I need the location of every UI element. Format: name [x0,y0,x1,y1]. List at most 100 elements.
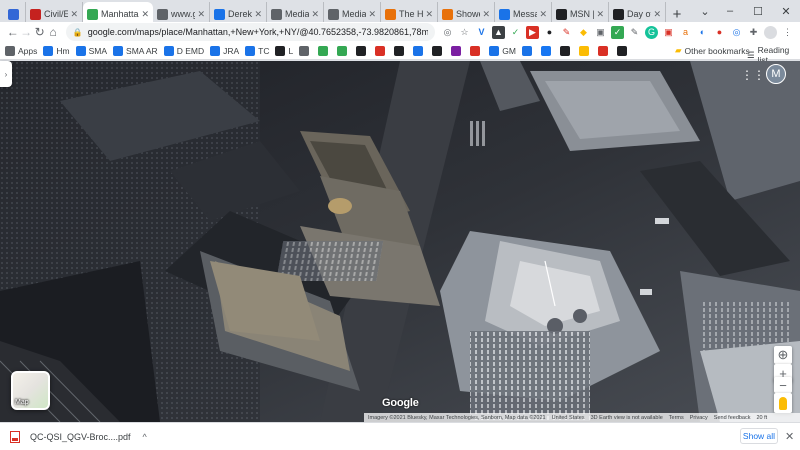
attribution-item: 3D Earth view is not available [590,414,663,421]
star-icon [385,8,396,20]
extension-edit-icon[interactable]: ✎ [628,26,641,39]
cloud-icon [214,8,225,20]
street-view-pegman-button[interactable] [774,393,792,413]
bookmark-item[interactable] [559,45,573,56]
extension-blue-icon[interactable]: ◐ [696,26,709,39]
extensions-puzzle-icon[interactable]: ✚ [747,26,760,39]
download-options-chevron-icon[interactable]: ^ [143,432,147,442]
extension-lock-icon[interactable]: ▣ [594,26,607,39]
extension-dark-icon[interactable]: ▲ [492,25,506,39]
close-tab-icon[interactable]: ✕ [539,9,547,20]
google-apps-icon[interactable]: ⋮⋮ [741,68,765,82]
satellite-map-canvas[interactable] [0,61,800,422]
close-window-button[interactable]: ✕ [772,5,800,18]
close-tab-icon[interactable]: ✕ [596,9,604,20]
close-tab-icon[interactable]: ✕ [311,9,319,20]
close-tab-icon[interactable]: ✕ [368,9,376,20]
back-button[interactable]: ← [6,25,19,39]
extension-red-icon[interactable]: ▣ [662,26,675,39]
extension-play-icon[interactable]: ▶ [526,25,540,39]
address-bar[interactable]: 🔒 google.com/maps/place/Manhattan,+New+Y… [65,23,436,41]
map-layer-toggle[interactable]: Map [11,371,50,410]
minimize-button[interactable]: – [716,5,744,17]
compass-button[interactable]: ⊕ [774,346,792,364]
bookmark-label: SMA AR [126,45,158,56]
download-filename[interactable]: QC-QSI_QGV-Broc....pdf [30,432,131,442]
google-logo: Google [382,397,419,409]
bookmark-item[interactable] [597,45,611,56]
bookmark-item[interactable] [394,45,407,56]
bookmark-item[interactable] [470,45,483,56]
extension-pin-icon[interactable]: ✎ [560,26,573,39]
close-tab-icon[interactable]: ✕ [254,9,262,20]
extension-grammarly-icon[interactable]: G [645,25,659,39]
bookmark-item[interactable] [451,45,464,56]
bookmark-item[interactable] [521,45,535,56]
map-attribution-bar: Imagery ©2021 Bluesky, Maxar Technologie… [364,413,800,422]
maximize-button[interactable]: ☐ [744,5,772,18]
attribution-item[interactable]: Privacy [690,415,708,421]
extension-circle2-icon[interactable]: ◎ [730,26,743,39]
close-tab-icon[interactable]: ✕ [482,9,490,20]
close-tab-icon[interactable]: ✕ [141,9,149,20]
bookmark-item[interactable]: Hm [43,45,70,56]
menu-kebab-icon[interactable]: ⋮ [781,26,794,39]
bookmark-item[interactable]: GM [489,45,516,56]
bookmark-item[interactable] [299,45,312,56]
collapse-side-panel-button[interactable]: › [0,61,12,87]
star-icon [442,8,453,20]
extension-check-icon[interactable]: ✓ [509,26,522,39]
forward-button[interactable]: → [19,25,32,39]
close-tab-icon[interactable]: ✕ [197,9,205,20]
bookmark-item[interactable] [413,45,426,56]
bookmark-star-icon[interactable]: ☆ [458,26,471,39]
bookmark-label: Apps [18,45,38,56]
bookmark-item[interactable]: Apps [5,45,38,56]
bookmark-item[interactable]: TC [245,45,269,56]
bookmark-item[interactable] [540,45,554,56]
bubble-icon [499,8,510,20]
show-all-downloads-button[interactable]: Show all [740,428,778,444]
reload-button[interactable]: ↻ [33,25,46,39]
other-bookmarks[interactable]: ▰ Other bookmarks [675,45,750,56]
extension-rec-icon[interactable]: ● [713,26,726,39]
bookmark-item[interactable] [337,45,350,56]
c-icon [30,8,41,20]
extension-amazon-icon[interactable]: a [679,26,692,39]
extension-v-icon[interactable]: V [475,26,488,39]
attribution-item[interactable]: Terms [669,415,684,421]
extension-drive-icon[interactable]: ◆ [577,26,590,39]
close-tab-icon[interactable]: ✕ [653,9,661,20]
zoom-out-button[interactable]: − [774,377,792,393]
bookmark-item[interactable] [578,45,592,56]
bookmark-item[interactable] [432,45,445,56]
bookmark-item[interactable]: D EMD [163,45,204,56]
extension-circle-icon[interactable]: ● [543,26,556,39]
tab-label: Mediam [342,9,367,19]
layer-label: Map [15,399,29,406]
close-tab-icon[interactable]: ✕ [70,9,78,20]
bookmark-favicon-icon [299,45,310,56]
bookmark-item[interactable]: SMA [75,45,107,56]
bookmark-item[interactable] [318,45,331,56]
bookmark-item[interactable]: JRA [210,45,239,56]
bookmark-item[interactable] [356,45,369,56]
attribution-item[interactable]: Send feedback [714,415,751,421]
tab-search-button[interactable]: ⌄ [694,5,716,18]
home-button[interactable]: ⌂ [46,25,59,39]
account-avatar[interactable]: M [766,64,786,84]
profile-avatar-icon[interactable] [764,25,778,39]
close-tab-icon[interactable]: ✕ [425,9,433,20]
attribution-item: 20 ft [756,414,768,421]
bookmark-item[interactable]: SMA AR [113,45,158,56]
tab-label: Message [513,9,537,19]
window-controls: ⌄ – ☐ ✕ [694,0,800,22]
bookmark-item[interactable] [616,45,630,56]
msn-icon [556,8,567,20]
bookmark-item[interactable]: L [275,45,293,56]
extension-g-icon[interactable]: ✓ [611,25,625,39]
close-download-shelf-button[interactable]: ✕ [785,430,794,443]
msn-icon [613,8,624,20]
location-icon[interactable]: ◎ [441,26,454,39]
bookmark-item[interactable] [375,45,388,56]
